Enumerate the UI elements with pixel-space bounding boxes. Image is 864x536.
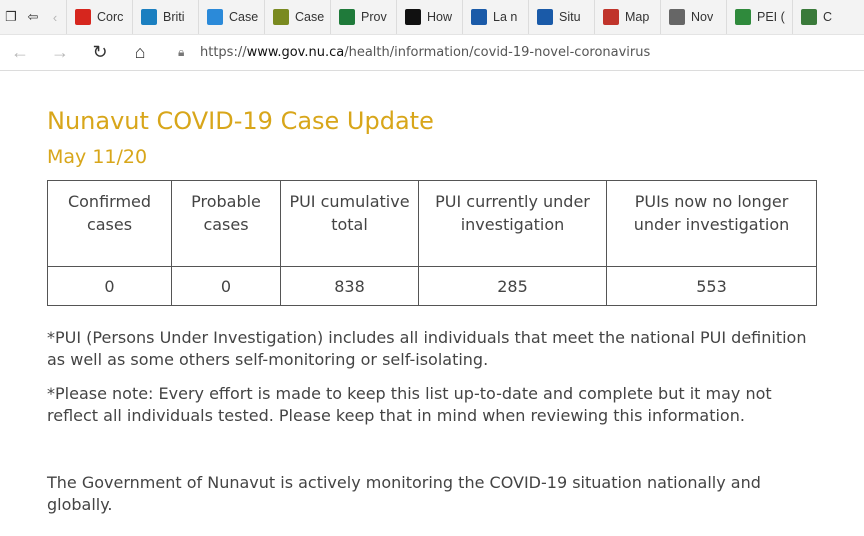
bc-icon	[141, 9, 157, 25]
table-cell: 0	[171, 266, 281, 306]
table-header: PUI cumulative total	[280, 180, 419, 267]
browser-tab[interactable]: Prov	[330, 0, 396, 34]
table-cell: 285	[418, 266, 607, 306]
disclaimer-note: *Please note: Every effort is made to ke…	[47, 384, 772, 425]
nl-icon	[801, 9, 817, 25]
table-header: Probable cases	[171, 180, 281, 267]
tab-label: Prov	[361, 10, 387, 24]
table-header: Confirmed cases	[47, 180, 172, 267]
url-prefix: https://	[200, 45, 247, 60]
pui-note: *PUI (Persons Under Investigation) inclu…	[47, 328, 807, 369]
browser-tab[interactable]: How	[396, 0, 462, 34]
tab-label: Corc	[97, 10, 124, 24]
set-tabs-aside-icon[interactable]: ⇦	[22, 0, 44, 34]
address-bar: ← → ↻ ⌂ 🔒︎ https://www.gov.nu.ca/health/…	[0, 35, 864, 71]
nb-icon	[603, 9, 619, 25]
update-date: May 11/20	[47, 146, 148, 168]
browser-tab[interactable]: Case	[264, 0, 330, 34]
tab-scroll-left-icon[interactable]: ‹	[44, 0, 66, 34]
browser-tab[interactable]: Corc	[66, 0, 132, 34]
url-domain: www.gov.nu.ca	[246, 45, 345, 60]
home-button[interactable]: ⌂	[120, 35, 160, 71]
table-header: PUIs now no longer under investigation	[606, 180, 817, 267]
page-title: Nunavut COVID-19 Case Update	[47, 107, 434, 135]
browser-tab[interactable]: La n	[462, 0, 528, 34]
alberta-icon	[207, 9, 223, 25]
browser-tab[interactable]: C	[792, 0, 858, 34]
url-path: /health/information/covid-19-novel-coron…	[344, 45, 651, 60]
tab-label: PEI (	[757, 10, 785, 24]
forward-button[interactable]: →	[40, 35, 80, 71]
back-button[interactable]: ←	[0, 35, 40, 71]
pei-icon	[735, 9, 751, 25]
tab-actions-icon[interactable]: ❐	[0, 0, 22, 34]
lock-icon: 🔒︎	[178, 45, 185, 59]
tab-label: Nov	[691, 10, 714, 24]
ontario-icon	[405, 9, 421, 25]
tab-label: Map	[625, 10, 650, 24]
case-table: Confirmed cases Probable cases PUI cumul…	[47, 180, 817, 306]
browser-tab[interactable]: Nov	[660, 0, 726, 34]
maple-leaf-icon	[75, 9, 91, 25]
manitoba-icon	[339, 9, 355, 25]
table-header-row: Confirmed cases Probable cases PUI cumul…	[47, 180, 817, 267]
tab-label: La n	[493, 10, 518, 24]
tab-label: Case	[295, 10, 324, 24]
tab-bar: ❐ ⇦ ‹ Corc Briti Case Case Prov How La n Situ Ma…	[0, 0, 864, 35]
browser-tab[interactable]: Map	[594, 0, 660, 34]
tab-label: Briti	[163, 10, 185, 24]
monitoring-statement: The Government of Nunavut is actively mo…	[47, 473, 761, 514]
browser-tab[interactable]: Situ	[528, 0, 594, 34]
tab-label: How	[427, 10, 453, 24]
table-cell: 0	[47, 266, 172, 306]
tab-label: C	[823, 10, 833, 24]
refresh-button[interactable]: ↻	[80, 35, 120, 71]
browser-tab[interactable]: Briti	[132, 0, 198, 34]
page-content: Nunavut COVID-19 Case Update May 11/20 C…	[47, 71, 837, 516]
url-field[interactable]: 🔒︎ https://www.gov.nu.ca/health/informat…	[178, 38, 864, 68]
table-row: 0 0 838 285 553	[47, 266, 817, 306]
table-cell: 553	[606, 266, 817, 306]
table-header: PUI currently under investigation	[418, 180, 607, 267]
sask-icon	[273, 9, 289, 25]
quebec-icon	[537, 9, 553, 25]
quebec-icon	[471, 9, 487, 25]
tab-label: Situ	[559, 10, 581, 24]
browser-tab[interactable]: PEI (	[726, 0, 792, 34]
tab-label: Case	[229, 10, 258, 24]
ns-icon	[669, 9, 685, 25]
browser-tab[interactable]: Case	[198, 0, 264, 34]
table-cell: 838	[280, 266, 419, 306]
